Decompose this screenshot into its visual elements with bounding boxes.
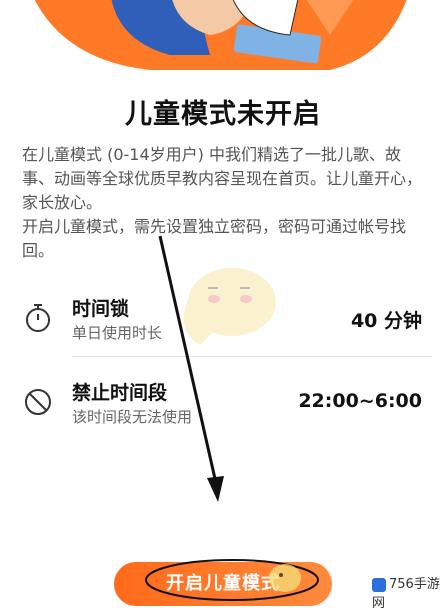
description: 在儿童模式 (0-14岁用户) 中我们精选了一批儿歌、故事、动画等全球优质早教内… [22,143,426,263]
description-paragraph: 开启儿童模式，需先设置独立密码，密码可通过帐号找回。 [22,217,407,260]
time-lock-value: 40 分钟 [350,310,422,332]
divider [72,356,432,357]
forbidden-period-label: 禁止时间段 [72,382,168,404]
watermark-logo-icon [372,577,386,592]
page-title: 儿童模式未开启 [125,99,321,130]
enable-kids-mode-button[interactable]: 开启儿童模式 [114,562,332,606]
time-lock-sublabel: 单日使用时长 [72,324,163,342]
time-lock-label: 时间锁 [72,298,130,320]
stopwatch-icon [26,304,50,332]
time-lock-row[interactable]: 时间锁 单日使用时长 40 分钟 [0,286,446,356]
annotation-arrow [158,235,224,502]
hero-illustration [34,0,407,70]
description-paragraph: 在儿童模式 (0-14岁用户) 中我们精选了一批儿歌、故事、动画等全球优质早教内… [22,145,423,212]
forbidden-period-row[interactable]: 禁止时间段 该时间段无法使用 22:00~6:00 [0,370,446,440]
forbidden-period-value: 22:00~6:00 [298,390,422,412]
forbidden-period-sublabel: 该时间段无法使用 [72,408,193,426]
prohibited-icon [25,389,51,415]
enable-kids-mode-label: 开启儿童模式 [166,573,280,594]
watermark: 756手游网 [372,573,446,611]
